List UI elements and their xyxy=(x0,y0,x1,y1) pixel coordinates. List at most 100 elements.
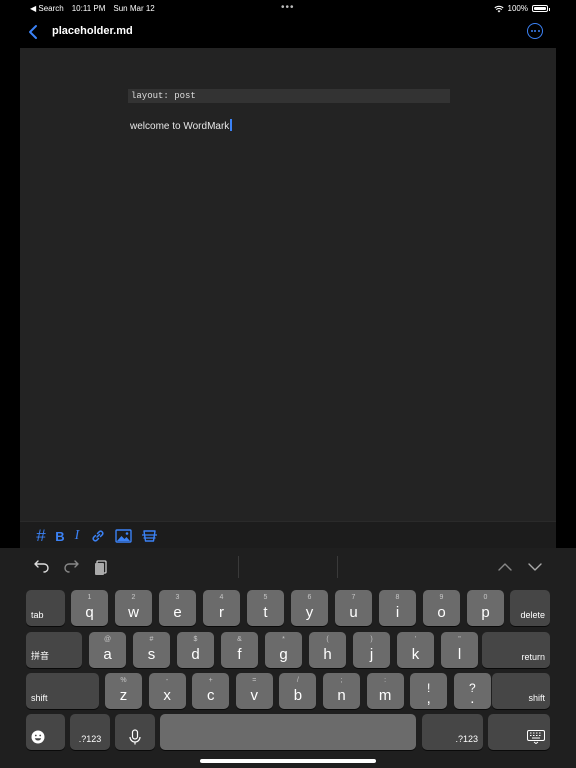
key-label: h xyxy=(323,646,332,663)
key-label: l xyxy=(457,646,462,663)
key-hint: 1 xyxy=(87,594,92,601)
key-hint: $ xyxy=(193,636,198,643)
italic-button[interactable]: I xyxy=(72,526,82,546)
key-hint: 2 xyxy=(131,594,136,601)
key-hint: " xyxy=(458,636,461,643)
key-u[interactable]: 7u xyxy=(335,590,372,626)
front-matter-block[interactable]: layout: post xyxy=(128,89,450,103)
key-label: m xyxy=(378,687,392,704)
heading-button[interactable]: # xyxy=(34,526,48,546)
image-icon[interactable] xyxy=(115,526,132,546)
key-comma[interactable]: !, xyxy=(410,673,448,709)
front-matter-icon[interactable] xyxy=(141,526,158,546)
chevron-down-icon[interactable] xyxy=(526,558,544,576)
key-n[interactable]: ; n xyxy=(323,673,360,709)
key-label: e xyxy=(173,604,182,621)
keyboard-dismiss-icon xyxy=(527,730,545,744)
dictation-key[interactable] xyxy=(115,714,155,750)
pinyin-key[interactable]: 拼音 xyxy=(26,632,82,668)
key-label: o xyxy=(437,604,446,621)
status-date: Sun Mar 12 xyxy=(113,4,155,13)
key-x[interactable]: -x xyxy=(148,673,186,709)
numbers-right-key[interactable]: .?123 xyxy=(422,714,483,750)
key-a[interactable]: @ a xyxy=(89,632,126,668)
key-b[interactable]: / b xyxy=(279,673,317,709)
redo-icon[interactable] xyxy=(62,558,80,576)
key-label: p xyxy=(481,604,490,621)
key-hint: ) xyxy=(370,636,373,643)
wifi-icon xyxy=(493,5,504,12)
key-hint: ( xyxy=(326,636,329,643)
key-label: k xyxy=(411,646,420,663)
key-o[interactable]: 9o xyxy=(423,590,460,626)
key-j[interactable]: ) j xyxy=(353,632,390,668)
key-c[interactable]: + c xyxy=(192,673,230,709)
key-w[interactable]: 2w xyxy=(115,590,152,626)
return-key[interactable]: return xyxy=(482,632,550,668)
key-v[interactable]: = v xyxy=(235,673,273,709)
link-icon[interactable] xyxy=(90,526,106,546)
home-indicator[interactable] xyxy=(200,759,376,763)
toolbar-divider xyxy=(238,556,239,578)
numbers-left-key[interactable]: .?123 xyxy=(70,714,110,750)
key-label: x xyxy=(163,687,171,704)
key-g[interactable]: * g xyxy=(265,632,302,668)
back-chevron-icon[interactable] xyxy=(24,22,44,42)
back-to-app-link[interactable]: ◀ Search xyxy=(30,4,64,13)
key-q[interactable]: 1q xyxy=(71,590,108,626)
key-f[interactable]: & f xyxy=(221,632,258,668)
key-label: u xyxy=(349,604,358,621)
undo-icon[interactable] xyxy=(33,558,51,576)
key-k[interactable]: ' k xyxy=(397,632,434,668)
key-z[interactable]: % z xyxy=(105,673,142,709)
key-hint: = xyxy=(252,677,257,684)
key-label: a xyxy=(103,646,112,663)
key-h[interactable]: (h xyxy=(309,632,346,668)
editor-text-line[interactable]: welcome to WordMark xyxy=(130,119,232,132)
key-r[interactable]: 4r xyxy=(203,590,240,626)
chevron-up-icon[interactable] xyxy=(496,558,514,576)
nav-bar: placeholder.md xyxy=(0,16,576,48)
key-s[interactable]: # s xyxy=(133,632,170,668)
editor-text: welcome to WordMark xyxy=(130,121,230,132)
key-hint: + xyxy=(208,677,213,684)
key-label: c xyxy=(206,687,215,704)
bold-button[interactable]: B xyxy=(54,526,66,546)
key-l[interactable]: " l xyxy=(441,632,478,668)
key-hint: - xyxy=(165,677,169,684)
key-label: i xyxy=(395,604,400,621)
key-period[interactable]: ?. xyxy=(453,673,491,709)
microphone-icon xyxy=(129,729,141,745)
key-e[interactable]: 3e xyxy=(159,590,196,626)
tab-key[interactable]: tab xyxy=(26,590,65,626)
document-title: placeholder.md xyxy=(52,25,133,37)
battery-icon xyxy=(532,5,550,12)
emoji-key[interactable] xyxy=(26,714,65,750)
key-y[interactable]: 6y xyxy=(291,590,328,626)
shift-left-key[interactable]: shift xyxy=(26,673,99,709)
key-label: d xyxy=(191,646,200,663)
key-label: v xyxy=(250,687,259,704)
key-label: s xyxy=(147,646,156,663)
key-t[interactable]: 5t xyxy=(247,590,284,626)
key-i[interactable]: 8i xyxy=(379,590,416,626)
more-options-icon[interactable] xyxy=(527,23,543,39)
hide-keyboard-key[interactable] xyxy=(488,714,550,750)
key-m[interactable]: :m xyxy=(366,673,404,709)
key-d[interactable]: $ d xyxy=(177,632,214,668)
delete-key[interactable]: delete xyxy=(510,590,550,626)
key-label: , xyxy=(426,690,431,707)
key-p[interactable]: 0p xyxy=(467,590,504,626)
shift-right-key[interactable]: shift xyxy=(492,673,550,709)
key-hint: 8 xyxy=(395,594,400,601)
toolbar-divider xyxy=(337,556,338,578)
key-hint: # xyxy=(149,636,154,643)
key-label: . xyxy=(470,690,475,707)
key-hint: & xyxy=(237,636,242,643)
key-label: t xyxy=(263,604,268,621)
paste-icon[interactable] xyxy=(92,558,110,576)
multitasking-dots-icon[interactable]: ••• xyxy=(281,2,295,13)
space-bar[interactable] xyxy=(160,714,416,750)
editor-area[interactable]: layout: post welcome to WordMark xyxy=(20,48,556,521)
key-hint: 4 xyxy=(219,594,224,601)
